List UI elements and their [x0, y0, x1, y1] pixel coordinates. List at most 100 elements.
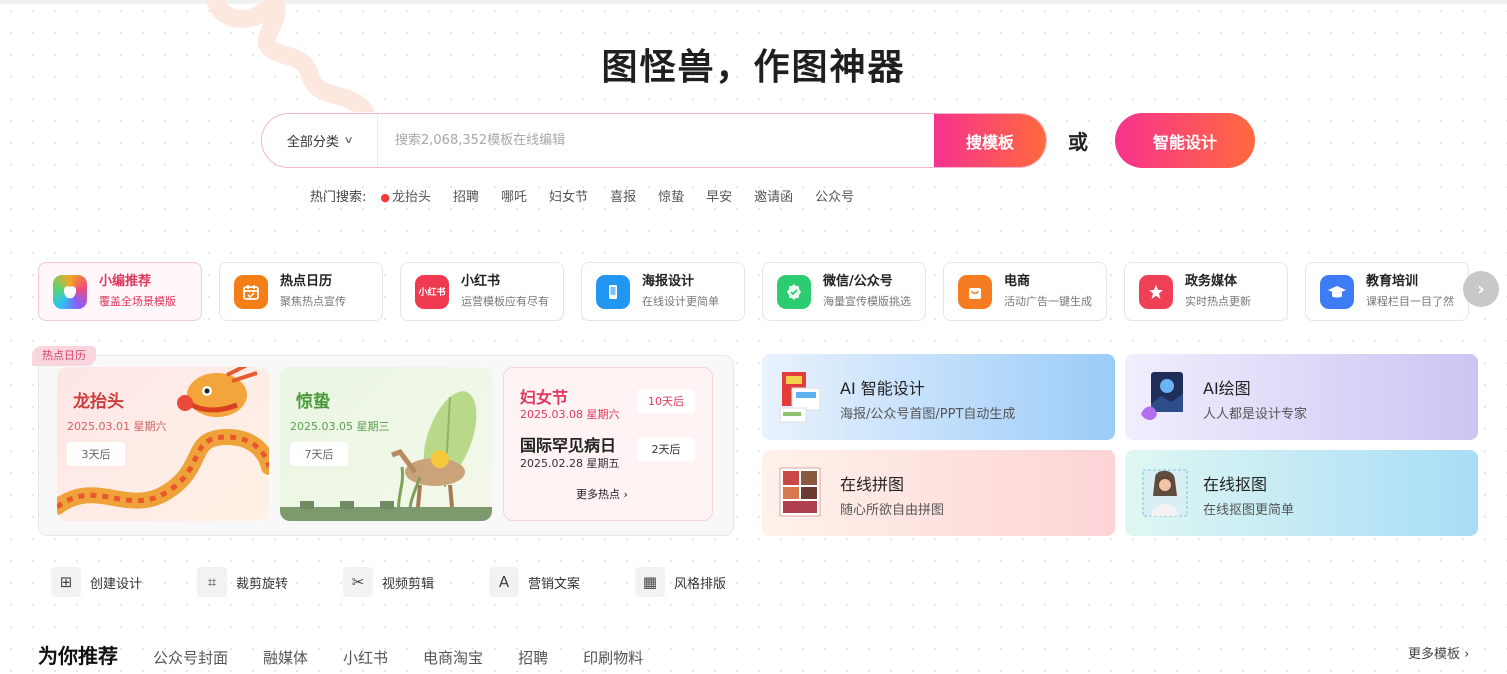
- feature-subtitle: 海报/公众号首图/PPT自动生成: [840, 407, 1016, 422]
- flame-icon: ●: [380, 191, 390, 204]
- recommend-tab[interactable]: 印刷物料: [583, 647, 643, 668]
- festival-name: 龙抬头: [73, 392, 124, 412]
- recommend-tab[interactable]: 公众号封面: [153, 647, 228, 668]
- festival-date: 2025.03.01 星期六: [67, 420, 167, 433]
- festival-card-dragon[interactable]: 龙抬头 2025.03.01 星期六 3天后: [57, 367, 269, 521]
- category-title: 小编推荐: [99, 274, 152, 289]
- category-subtitle: 海量宣传模版挑选: [823, 295, 911, 308]
- category-subtitle: 覆盖全场景模版: [99, 295, 176, 308]
- hot-search-item[interactable]: 公众号: [815, 186, 854, 205]
- hot-search-item[interactable]: ● 龙抬头: [380, 186, 431, 205]
- feature-subtitle: 在线抠图更简单: [1203, 503, 1295, 518]
- scissors-icon: ✂: [343, 567, 373, 597]
- category-card-hot-calendar[interactable]: 热点日历 聚焦热点宣传: [219, 262, 383, 321]
- recommend-tab[interactable]: 融媒体: [263, 647, 308, 668]
- category-card-gov-media[interactable]: 政务媒体 实时热点更新: [1124, 262, 1288, 321]
- feature-card-ai-drawing[interactable]: AI绘图 人人都是设计专家: [1125, 354, 1478, 440]
- recommend-tab[interactable]: 电商淘宝: [423, 647, 483, 668]
- category-title: 海报设计: [642, 274, 695, 289]
- smart-design-button[interactable]: 智能设计: [1115, 113, 1255, 168]
- category-next-arrow[interactable]: ›: [1463, 271, 1499, 307]
- festival-date: 2025.02.28 星期五: [520, 457, 620, 470]
- feature-subtitle: 人人都是设计专家: [1203, 407, 1308, 422]
- ai-drawing-thumbnail: [1141, 372, 1183, 420]
- category-row: 小编推荐 覆盖全场景模版 热点日历 聚焦热点宣传 小红书 小红书 运营模板应有尽…: [38, 262, 1469, 321]
- category-subtitle: 课程栏目一目了然: [1366, 295, 1454, 308]
- create-design-icon: ⊞: [51, 567, 81, 597]
- tool-crop-rotate[interactable]: ⌗ 裁剪旋转: [197, 567, 343, 597]
- tool-create-design[interactable]: ⊞ 创建设计: [51, 567, 197, 597]
- star-icon: [1139, 274, 1173, 309]
- hot-search-item[interactable]: 惊蛰: [658, 186, 684, 205]
- festival-name: 惊蛰: [296, 392, 330, 412]
- ai-design-thumbnail: [779, 372, 821, 423]
- category-title: 政务媒体: [1185, 274, 1238, 289]
- tool-style-layout[interactable]: ▦ 风格排版: [635, 567, 781, 597]
- category-subtitle: 聚焦热点宣传: [280, 295, 346, 308]
- tool-marketing-copy[interactable]: A 营销文案: [489, 567, 635, 597]
- festival-date: 2025.03.08 星期六: [520, 408, 620, 421]
- tool-label: 创建设计: [90, 576, 143, 592]
- search-template-button[interactable]: 搜模板: [934, 114, 1046, 167]
- festival-name-womens-day[interactable]: 妇女节: [520, 384, 568, 408]
- recommend-tab[interactable]: 小红书: [343, 647, 388, 668]
- graduation-cap-icon: [1320, 274, 1354, 309]
- festival-name-rare-disease-day[interactable]: 国际罕见病日: [520, 432, 616, 456]
- tool-label: 视频剪辑: [382, 576, 435, 592]
- hero-title: 图怪兽，作图神器: [601, 47, 906, 88]
- chevron-down-icon: ∨: [343, 135, 354, 146]
- hot-search-item[interactable]: 邀请函: [754, 186, 793, 205]
- festival-countdown: 7天后: [290, 442, 348, 466]
- category-subtitle: 运营模板应有尽有: [461, 295, 549, 308]
- hot-search-item[interactable]: 早安: [706, 186, 732, 205]
- shopping-bag-icon: [958, 274, 992, 309]
- feature-card-ai-design[interactable]: AI 智能设计 海报/公众号首图/PPT自动生成: [762, 354, 1115, 440]
- tool-label: 营销文案: [528, 576, 581, 592]
- category-dropdown-label: 全部分类: [286, 135, 339, 150]
- more-templates-link[interactable]: 更多模板 ›: [1408, 643, 1469, 662]
- category-card-xiaohongshu[interactable]: 小红书 小红书 运营模板应有尽有: [400, 262, 564, 321]
- category-title: 小红书: [461, 274, 501, 289]
- hot-search-item[interactable]: 招聘: [453, 186, 479, 205]
- category-card-education[interactable]: 教育培训 课程栏目一目了然: [1305, 262, 1469, 321]
- more-hot-topics-link[interactable]: 更多热点 ›: [576, 486, 628, 502]
- quick-tools-row: ⊞ 创建设计 ⌗ 裁剪旋转 ✂ 视频剪辑 A 营销文案 ▦ 风格排版: [51, 567, 781, 597]
- feature-title: 在线拼图: [840, 475, 905, 494]
- hot-calendar-tag: 热点日历: [32, 346, 96, 366]
- category-card-poster-design[interactable]: 海报设计 在线设计更简单: [581, 262, 745, 321]
- category-title: 电商: [1004, 274, 1031, 289]
- search-bar: 全部分类 ∨ 搜模板: [261, 113, 1047, 168]
- feature-title: AI绘图: [1203, 379, 1251, 398]
- category-subtitle: 在线设计更简单: [642, 295, 719, 308]
- feature-card-cutout[interactable]: 在线抠图 在线抠图更简单: [1125, 450, 1478, 536]
- feature-card-collage[interactable]: 在线拼图 随心所欲自由拼图: [762, 450, 1115, 536]
- cutout-thumbnail: [1142, 469, 1188, 517]
- category-card-wechat[interactable]: 微信/公众号 海量宣传模版挑选: [762, 262, 926, 321]
- tool-label: 裁剪旋转: [236, 576, 289, 592]
- xiaohongshu-icon: 小红书: [415, 274, 449, 309]
- hot-search-item[interactable]: 妇女节: [549, 186, 588, 205]
- phone-icon: [596, 274, 630, 309]
- wechat-icon: [777, 274, 811, 309]
- hot-search-label: 热门搜索:: [310, 190, 367, 205]
- category-subtitle: 实时热点更新: [1185, 295, 1251, 308]
- crop-icon: ⌗: [197, 567, 227, 597]
- recommend-header: 为你推荐 公众号封面 融媒体 小红书 电商淘宝 招聘 印刷物料: [38, 640, 678, 669]
- category-card-editor-picks[interactable]: 小编推荐 覆盖全场景模版: [38, 262, 202, 321]
- festival-countdown: 10天后: [637, 389, 695, 413]
- festival-card-jingzhe[interactable]: 惊蛰 2025.03.05 星期三 7天后: [280, 367, 492, 521]
- layout-icon: ▦: [635, 567, 665, 597]
- category-card-ecommerce[interactable]: 电商 活动广告一键生成: [943, 262, 1107, 321]
- apple-icon: [53, 274, 87, 309]
- hot-search-item[interactable]: 喜报: [610, 186, 636, 205]
- feature-subtitle: 随心所欲自由拼图: [840, 503, 945, 518]
- recommend-tab[interactable]: 招聘: [518, 647, 548, 668]
- hot-search-item[interactable]: 哪吒: [501, 186, 527, 205]
- tool-video-edit[interactable]: ✂ 视频剪辑: [343, 567, 489, 597]
- search-input[interactable]: [378, 114, 934, 167]
- feature-title: AI 智能设计: [840, 379, 925, 398]
- xiaohongshu-icon-text: 小红书: [418, 288, 446, 298]
- collage-thumbnail: [779, 467, 821, 517]
- category-dropdown[interactable]: 全部分类 ∨: [262, 114, 378, 167]
- category-title: 热点日历: [280, 274, 333, 289]
